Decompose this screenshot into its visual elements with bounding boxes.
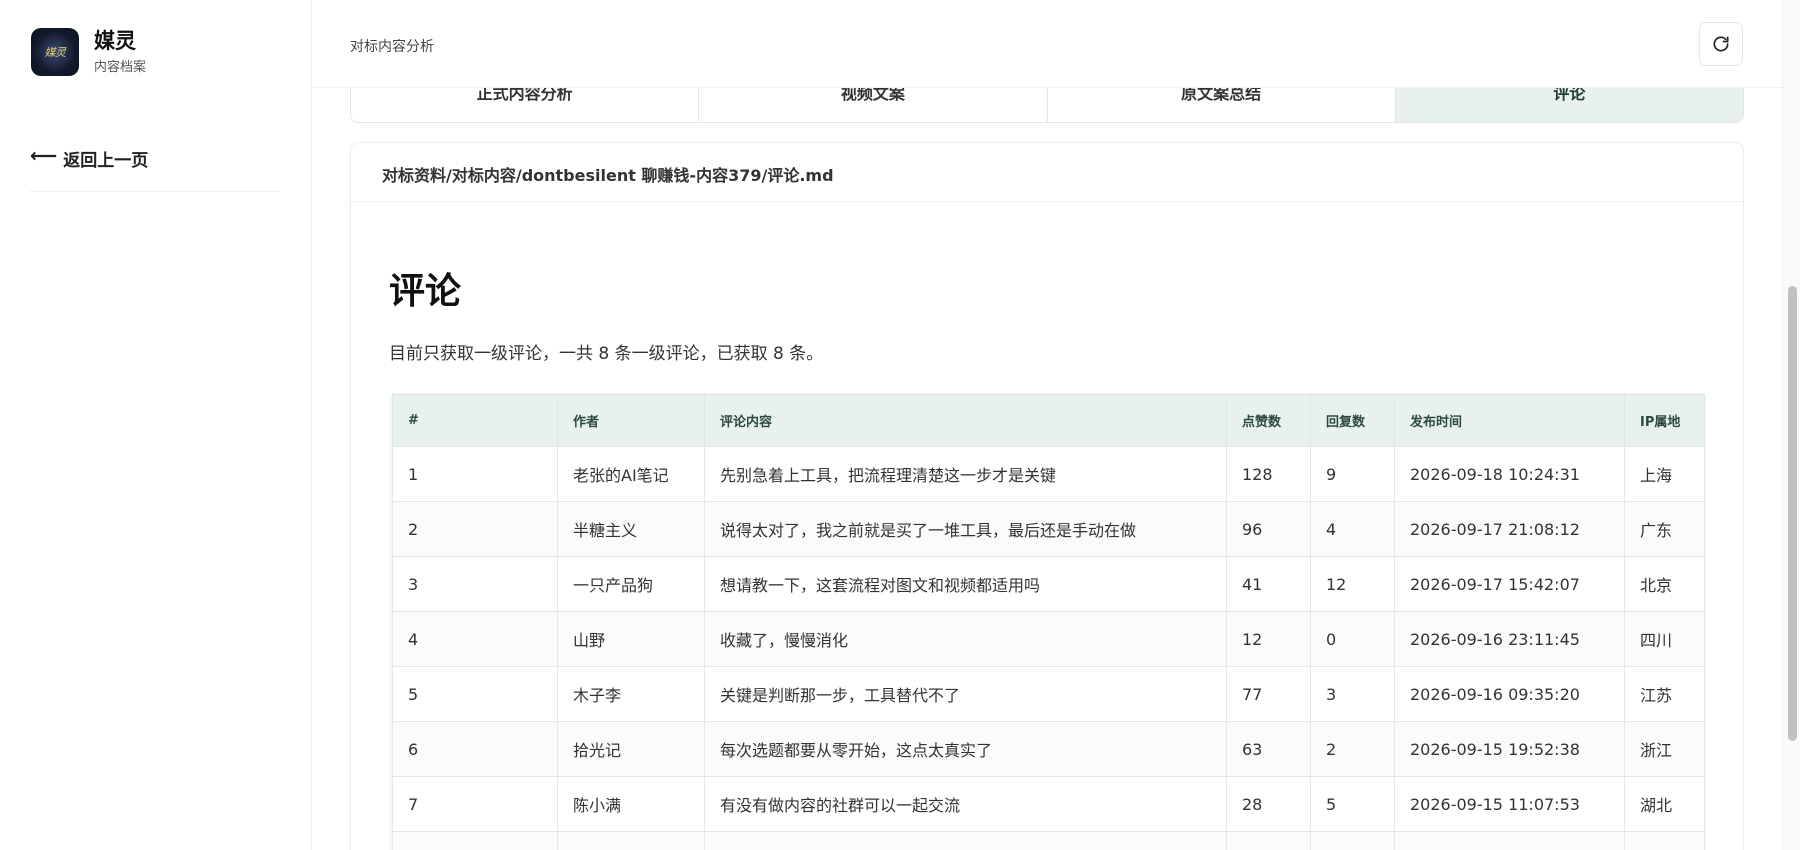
refresh-icon	[1713, 36, 1729, 52]
cell-likes: 96	[1226, 501, 1311, 557]
cell-content: 说得太对了，我之前就是买了一堆工具，最后还是手动在做	[704, 501, 1227, 557]
cell-ip: 上海	[1624, 446, 1705, 502]
cell-ip: 浙江	[1624, 721, 1705, 777]
comments-table-wrapper: # 作者 评论内容 点赞数 回复数 发布时间 IP属地 1 老张的AI笔记 先别急着…	[392, 394, 1705, 850]
column-header-replies: 回复数	[1310, 394, 1395, 447]
cell-ip: 北京	[1624, 556, 1705, 612]
back-button[interactable]: ⟵ 返回上一页	[30, 146, 280, 192]
cell-likes: 12	[1226, 611, 1311, 667]
cell-author: 木子李	[557, 666, 705, 722]
app-logo: 媒灵	[31, 28, 79, 76]
table-row: 7 陈小满 有没有做内容的社群可以一起交流 28 5 2026-09-15 11:07:5…	[392, 776, 1705, 832]
table-row	[392, 831, 1705, 850]
cell-content	[704, 831, 1227, 850]
file-path: 对标资料/对标内容/dontbesilent 聊赚钱-内容379/评论.md	[351, 143, 1743, 202]
table-row: 3 一只产品狗 想请教一下，这套流程对图文和视频都适用吗 41 12 2026-09-17…	[392, 556, 1705, 612]
column-header-index: #	[392, 394, 558, 447]
cell-replies: 2	[1310, 721, 1395, 777]
app-window: 媒灵 媒灵 内容档案 ⟵ 返回上一页 对标内容分析 正式内容分析 视频文案 原文…	[0, 0, 1800, 850]
cell-time: 2026-09-16 23:11:45	[1394, 611, 1625, 667]
refresh-button[interactable]	[1699, 22, 1743, 66]
arrow-left-icon: ⟵	[30, 145, 58, 167]
cell-time: 2026-09-15 19:52:38	[1394, 721, 1625, 777]
cell-index: 4	[392, 611, 558, 667]
document-card: 对标资料/对标内容/dontbesilent 聊赚钱-内容379/评论.md 评…	[350, 142, 1744, 850]
cell-author: 拾光记	[557, 721, 705, 777]
brand-title: 媒灵	[94, 29, 136, 53]
cell-likes: 128	[1226, 446, 1311, 502]
table-body: 1 老张的AI笔记 先别急着上工具，把流程理清楚这一步才是关键 128 9 2026-09…	[392, 446, 1705, 850]
cell-index: 2	[392, 501, 558, 557]
page-title: 对标内容分析	[350, 39, 434, 55]
cell-likes: 41	[1226, 556, 1311, 612]
cell-author: 山野	[557, 611, 705, 667]
cell-content: 有没有做内容的社群可以一起交流	[704, 776, 1227, 832]
cell-index: 1	[392, 446, 558, 502]
cell-author: 半糖主义	[557, 501, 705, 557]
cell-index	[392, 831, 558, 850]
cell-time: 2026-09-17 21:08:12	[1394, 501, 1625, 557]
brand: 媒灵 媒灵 内容档案	[31, 28, 146, 76]
cell-replies: 0	[1310, 611, 1395, 667]
brand-subtitle: 内容档案	[94, 60, 147, 75]
cell-author	[557, 831, 705, 850]
cell-content: 先别急着上工具，把流程理清楚这一步才是关键	[704, 446, 1227, 502]
cell-ip: 江苏	[1624, 666, 1705, 722]
cell-replies	[1310, 831, 1395, 850]
sidebar: 媒灵 媒灵 内容档案 ⟵ 返回上一页	[0, 0, 312, 850]
page-scrollbar[interactable]	[1782, 0, 1800, 850]
document-description: 目前只获取一级评论，一共 8 条一级评论，已获取 8 条。	[389, 344, 824, 364]
logo-text: 媒灵	[44, 46, 67, 59]
cell-time: 2026-09-16 09:35:20	[1394, 666, 1625, 722]
column-header-content: 评论内容	[704, 394, 1227, 447]
cell-time: 2026-09-15 11:07:53	[1394, 776, 1625, 832]
cell-likes	[1226, 831, 1311, 850]
cell-content: 想请教一下，这套流程对图文和视频都适用吗	[704, 556, 1227, 612]
cell-author: 一只产品狗	[557, 556, 705, 612]
table-row: 5 木子李 关键是判断那一步，工具替代不了 77 3 2026-09-16 09:35:2…	[392, 666, 1705, 722]
table-row: 6 拾光记 每次选题都要从零开始，这点太真实了 63 2 2026-09-15 19:52…	[392, 721, 1705, 777]
cell-replies: 5	[1310, 776, 1395, 832]
cell-replies: 9	[1310, 446, 1395, 502]
top-bar: 对标内容分析	[312, 0, 1782, 88]
column-header-time: 发布时间	[1394, 394, 1625, 447]
column-header-author: 作者	[557, 394, 705, 447]
cell-ip	[1624, 831, 1705, 850]
column-header-likes: 点赞数	[1226, 394, 1311, 447]
cell-time: 2026-09-18 10:24:31	[1394, 446, 1625, 502]
table-header: # 作者 评论内容 点赞数 回复数 发布时间 IP属地	[392, 394, 1705, 447]
scrollbar-thumb[interactable]	[1788, 286, 1797, 741]
table-row: 1 老张的AI笔记 先别急着上工具，把流程理清楚这一步才是关键 128 9 2026-09…	[392, 446, 1705, 502]
cell-likes: 77	[1226, 666, 1311, 722]
cell-ip: 广东	[1624, 501, 1705, 557]
cell-likes: 28	[1226, 776, 1311, 832]
cell-content: 关键是判断那一步，工具替代不了	[704, 666, 1227, 722]
cell-replies: 12	[1310, 556, 1395, 612]
cell-replies: 3	[1310, 666, 1395, 722]
cell-ip: 四川	[1624, 611, 1705, 667]
cell-likes: 63	[1226, 721, 1311, 777]
column-header-ip: IP属地	[1624, 394, 1705, 447]
back-label: 返回上一页	[63, 151, 149, 171]
cell-content: 每次选题都要从零开始，这点太真实了	[704, 721, 1227, 777]
comments-table: # 作者 评论内容 点赞数 回复数 发布时间 IP属地 1 老张的AI笔记 先别急着…	[392, 394, 1705, 850]
cell-replies: 4	[1310, 501, 1395, 557]
cell-author: 老张的AI笔记	[557, 446, 705, 502]
cell-index: 5	[392, 666, 558, 722]
table-row: 2 半糖主义 说得太对了，我之前就是买了一堆工具，最后还是手动在做 96 4 2026-0…	[392, 501, 1705, 557]
cell-author: 陈小满	[557, 776, 705, 832]
cell-content: 收藏了，慢慢消化	[704, 611, 1227, 667]
cell-ip: 湖北	[1624, 776, 1705, 832]
cell-index: 3	[392, 556, 558, 612]
cell-index: 6	[392, 721, 558, 777]
table-row: 4 山野 收藏了，慢慢消化 12 0 2026-09-16 23:11:45 四川	[392, 611, 1705, 667]
cell-time	[1394, 831, 1625, 850]
document-title: 评论	[389, 271, 462, 312]
cell-index: 7	[392, 776, 558, 832]
cell-time: 2026-09-17 15:42:07	[1394, 556, 1625, 612]
